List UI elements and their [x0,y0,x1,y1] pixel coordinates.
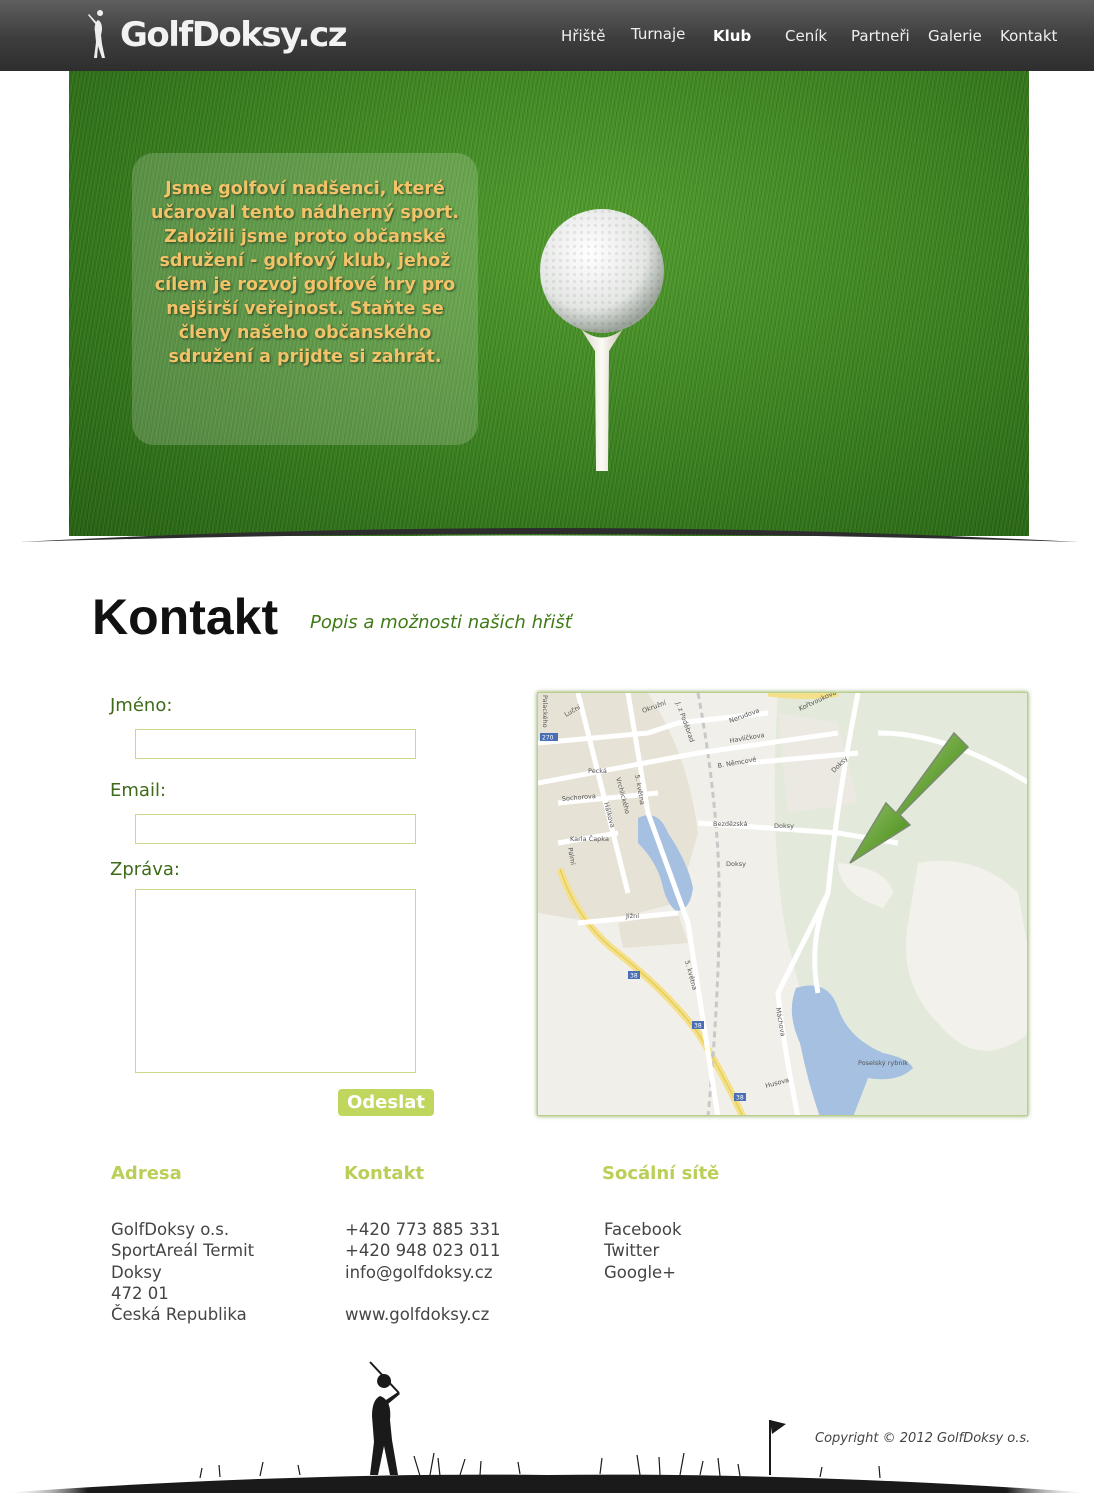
email-link[interactable]: info@golfdoksy.cz [345,1263,493,1282]
submit-button[interactable]: Odeslat [338,1089,434,1116]
map-route-badge: 270 [542,735,554,742]
address-line: Česká Republika [111,1305,247,1324]
address-line: SportAreál Termit [111,1241,255,1260]
hero-text: Jsme golfoví nadšenci, které učaroval te… [150,179,460,367]
google-plus-link[interactable]: Google+ [604,1263,676,1282]
contact-heading: Kontakt [344,1163,425,1184]
nav-item-kontakt[interactable]: Kontakt [1000,27,1057,45]
map-label: Máchova [774,1007,787,1037]
map-label: Karla Čapka [570,834,609,843]
copyright-text: Copyright © 2012 GolfDoksy o.s. [815,1431,1031,1446]
map-label: Doksy [726,860,746,868]
map-label: Poselský rybník [858,1059,908,1067]
site-header: GolfDoksy.cz Hřiště Turnaje Klub Ceník P… [0,0,1094,71]
golf-ball-on-tee-image [540,209,664,471]
hero-text-box: Jsme golfoví nadšenci, které učaroval te… [132,153,478,445]
facebook-link[interactable]: Facebook [604,1220,682,1239]
message-label: Zpráva: [110,859,180,880]
site-logo[interactable]: GolfDoksy.cz [86,8,348,62]
address-heading: Adresa [111,1163,182,1184]
address-line: Doksy [111,1263,162,1282]
name-input[interactable] [135,729,416,759]
hero-banner: Jsme golfoví nadšenci, které učaroval te… [69,71,1029,536]
logo-text: GolfDoksy.cz [120,15,348,55]
map-label: Pecká [588,767,607,775]
map-image: 270 38 38 38 Luční Okružní J. z Poděbrad… [538,693,1027,1115]
golfer-logo-icon [88,10,105,58]
nav-item-partneri[interactable]: Partneři [851,27,910,45]
address-line: GolfDoksy o.s. [111,1220,230,1239]
page: GolfDoksy.cz Hřiště Turnaje Klub Ceník P… [0,0,1094,1493]
map-route-badge: 38 [736,1095,744,1102]
nav-item-cenik[interactable]: Ceník [785,27,827,45]
map-label: Doksy [774,822,794,830]
map-label: Bezdězská [713,820,747,828]
phone-1: +420 773 885 331 [345,1220,501,1239]
social-heading: Socální sítě [602,1163,720,1184]
hero-curve-shadow [20,528,1078,560]
message-textarea[interactable] [135,889,416,1073]
footer-golfer-silhouette [0,1361,1094,1493]
twitter-link[interactable]: Twitter [604,1241,659,1260]
page-subtitle: Popis a možnosti našich hřišť [310,612,572,633]
map-label: B. Němcové [717,755,757,770]
nav-item-hriste[interactable]: Hřiště [561,27,606,45]
page-title: Kontakt [92,589,279,645]
map-route-badge: 38 [630,973,638,980]
map-label: Jižní [625,912,639,920]
nav-item-galerie[interactable]: Galerie [928,27,982,45]
phone-2: +420 948 023 011 [345,1241,501,1260]
location-map[interactable]: 270 38 38 38 Luční Okružní J. z Poděbrad… [537,692,1028,1116]
email-label: Email: [110,780,167,801]
address-line: 472 01 [111,1284,169,1303]
map-label: Palackého [541,695,549,728]
nav-item-klub[interactable]: Klub [713,27,751,45]
name-label: Jméno: [110,695,173,716]
nav-item-turnaje[interactable]: Turnaje [631,25,685,43]
map-label: Nerudova [728,707,760,725]
map-route-badge: 38 [694,1023,702,1030]
website-link[interactable]: www.golfdoksy.cz [345,1305,489,1324]
email-input[interactable] [135,814,416,844]
map-label: Husova [764,1076,789,1090]
